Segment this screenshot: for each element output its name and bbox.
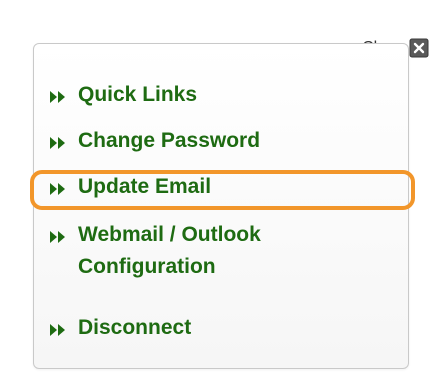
menu-item-label: Disconnect <box>78 316 192 339</box>
menu-item-update-email[interactable]: Update Email <box>48 175 211 203</box>
double-arrow-right-icon <box>48 179 70 199</box>
double-arrow-right-icon <box>48 320 70 340</box>
double-arrow-right-icon <box>48 133 70 153</box>
double-arrow-right-icon <box>48 227 70 247</box>
menu-item-label: Change Password <box>78 129 261 152</box>
double-arrow-right-icon <box>48 87 70 107</box>
menu-item-label: Webmail / Outlook Configuration <box>78 223 261 278</box>
menu-item-label: Update Email <box>78 175 212 198</box>
menu-item-quick-links[interactable]: Quick Links <box>48 83 197 111</box>
menu-item-disconnect[interactable]: Disconnect <box>48 316 191 344</box>
close-icon[interactable] <box>409 38 429 58</box>
menu-item-webmail-outlook-configuration[interactable]: Webmail / Outlook Configuration <box>48 223 378 283</box>
menu-item-label: Quick Links <box>78 83 198 106</box>
menu-item-change-password[interactable]: Change Password <box>48 129 260 157</box>
